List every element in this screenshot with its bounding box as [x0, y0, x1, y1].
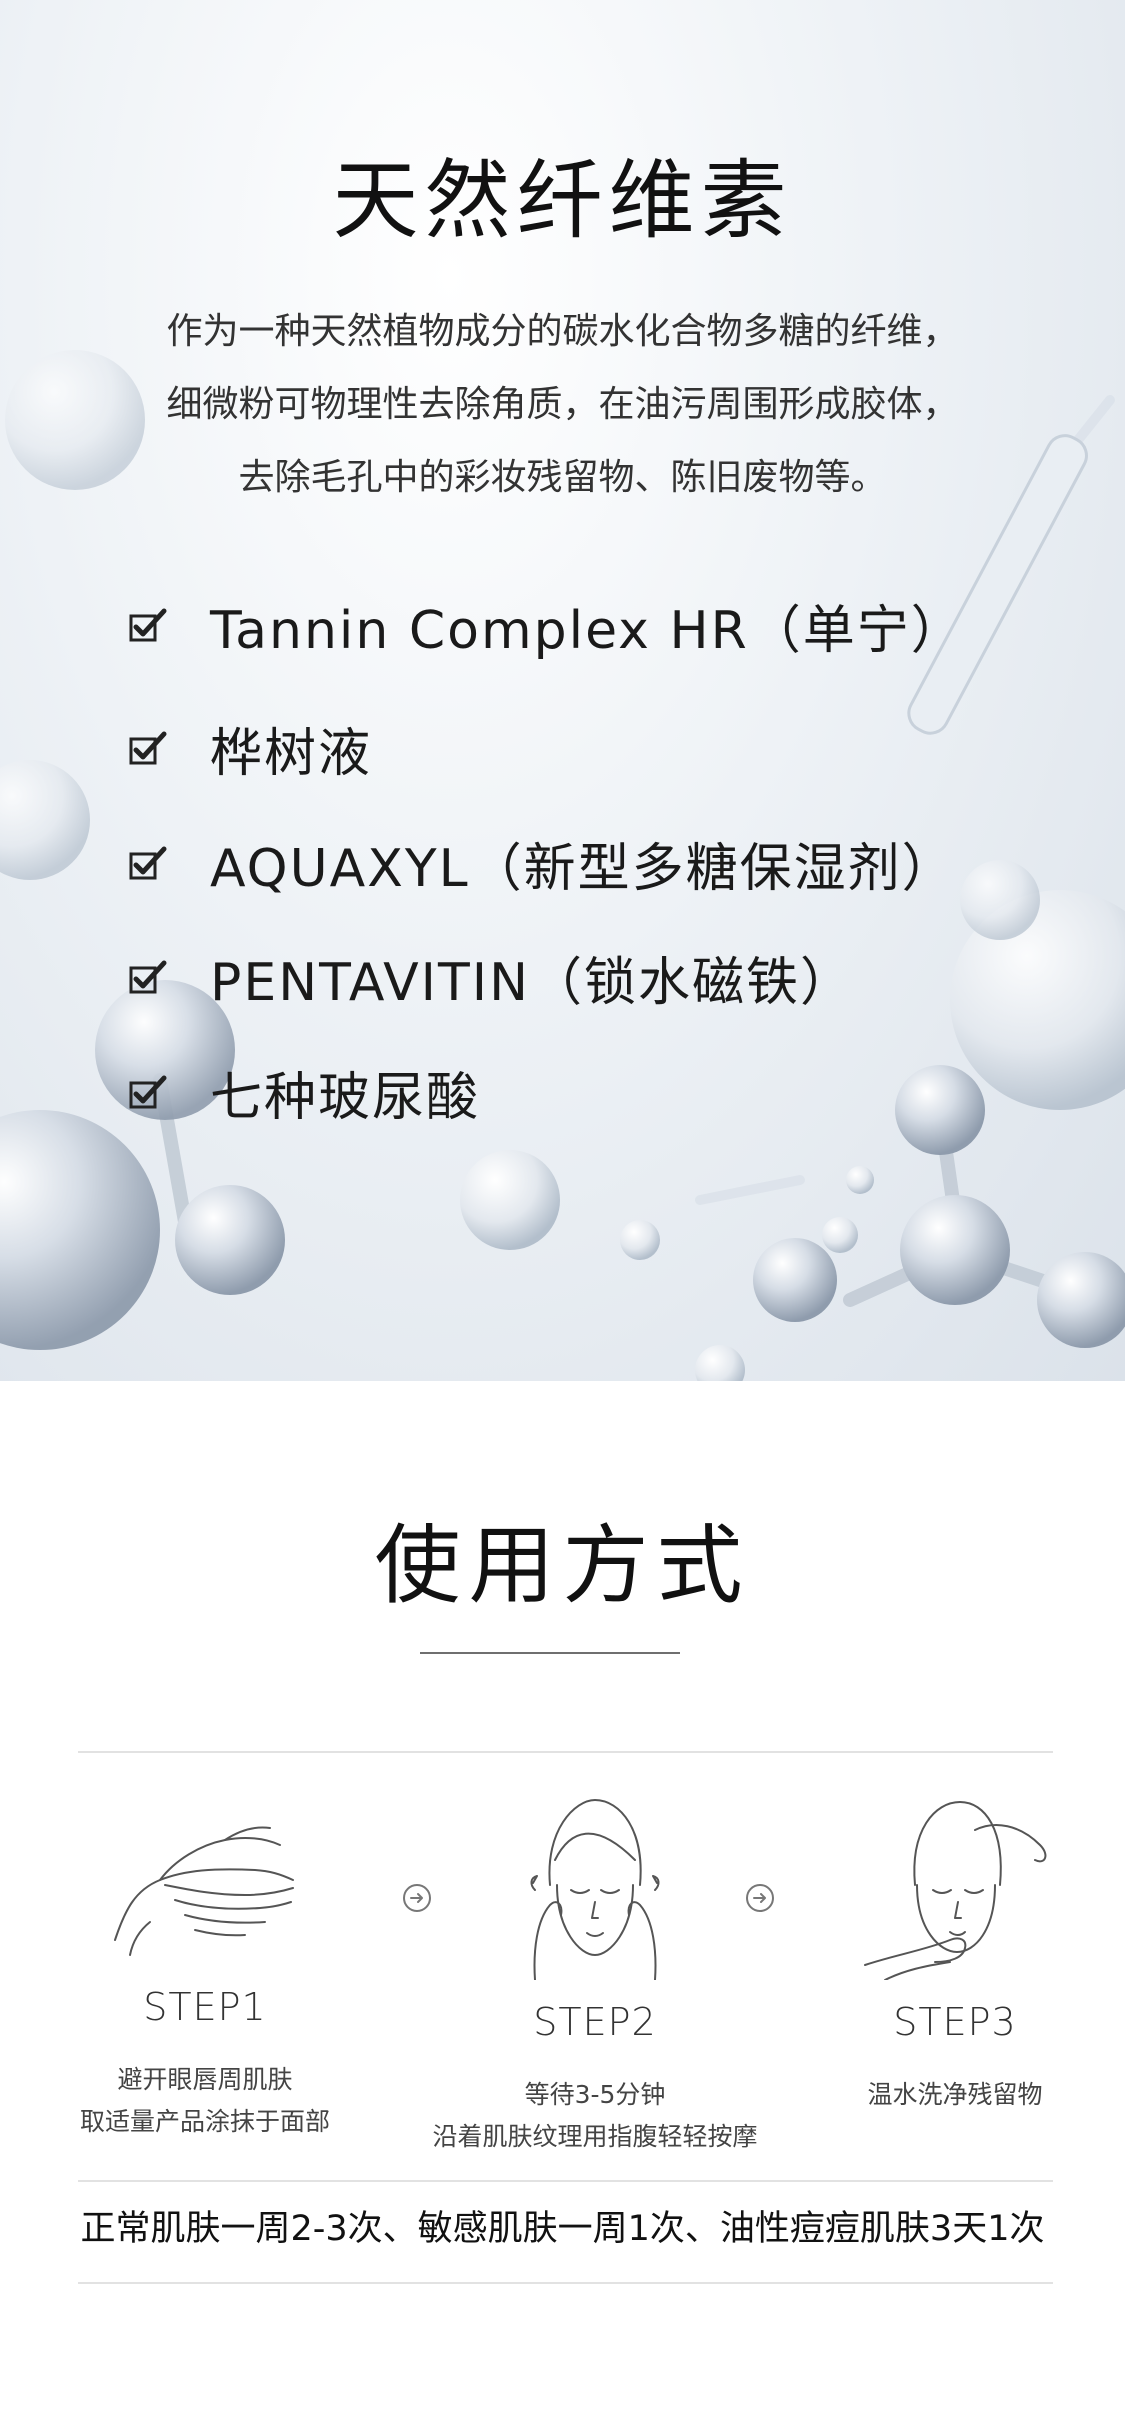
ingredient-item: Tannin Complex HR（单宁） — [128, 585, 965, 665]
circle-arrow-right-icon — [746, 1884, 774, 1912]
checkbox-tick-icon — [129, 1075, 167, 1109]
checkbox-tick-icon — [129, 846, 167, 880]
step-label: STEP3 — [893, 2000, 1017, 2044]
usage-step: STEP2 等待3-5分钟 沿着肌肤纹理用指腹轻轻按摩 — [425, 1790, 765, 2158]
step-description-line: 沿着肌肤纹理用指腹轻轻按摩 — [432, 2122, 758, 2151]
step-label: STEP2 — [533, 2000, 657, 2044]
ingredient-label: AQUAXYL（新型多糖保湿剂） — [210, 838, 956, 899]
step-description-line: 避开眼唇周肌肤 — [117, 2065, 293, 2094]
hands-pump-icon — [114, 1826, 294, 1956]
checkbox-tick-icon — [129, 960, 167, 994]
ingredient-label: PENTAVITIN（锁水磁铁） — [210, 952, 854, 1013]
ingredient-item: AQUAXYL（新型多糖保湿剂） — [128, 823, 956, 903]
usage-step: STEP1 避开眼唇周肌肤 取适量产品涂抹于面部 — [70, 1790, 340, 2143]
step-description: 温水洗净残留物 — [830, 2074, 1080, 2116]
divider — [78, 2282, 1053, 2284]
ingredient-label: 桦树液 — [210, 723, 373, 784]
usage-title: 使用方式 — [374, 1516, 751, 1616]
step-description-line: 取适量产品涂抹于面部 — [79, 2107, 330, 2136]
usage-step: STEP3 温水洗净残留物 — [830, 1790, 1080, 2116]
step-label: STEP1 — [143, 1985, 267, 2029]
step-description: 避开眼唇周肌肤 取适量产品涂抹于面部 — [70, 2059, 340, 2143]
description-line: 细微粉可物理性去除角质，在油污周围形成胶体， — [166, 384, 959, 425]
checkbox-tick-icon — [129, 731, 167, 765]
hero-description: 作为一种天然植物成分的碳水化合物多糖的纤维， 细微粉可物理性去除角质，在油污周围… — [0, 295, 1125, 514]
description-line: 作为一种天然植物成分的碳水化合物多糖的纤维， — [166, 311, 959, 352]
step-description-line: 温水洗净残留物 — [867, 2080, 1043, 2109]
usage-frequency: 正常肌肤一周2-3次、敏感肌肤一周1次、油性痘痘肌肤3天1次 — [80, 2209, 1045, 2249]
divider — [78, 1751, 1053, 1753]
face-rinse-icon — [864, 1801, 1047, 1980]
ingredient-item: PENTAVITIN（锁水磁铁） — [128, 937, 854, 1017]
hero-title: 天然纤维素 — [332, 151, 793, 251]
checkbox-tick-icon — [129, 608, 167, 642]
step-description-line: 等待3-5分钟 — [524, 2080, 666, 2109]
ingredient-hero: 天然纤维素 作为一种天然植物成分的碳水化合物多糖的纤维， 细微粉可物理性去除角质… — [0, 0, 1125, 1381]
divider — [78, 2180, 1053, 2182]
step-description: 等待3-5分钟 沿着肌肤纹理用指腹轻轻按摩 — [425, 2074, 765, 2158]
ingredient-label: Tannin Complex HR（单宁） — [210, 600, 965, 661]
title-underline — [420, 1652, 680, 1654]
ingredient-item: 七种玻尿酸 — [128, 1052, 480, 1132]
ingredient-label: 七种玻尿酸 — [210, 1067, 481, 1128]
ingredient-item: 桦树液 — [128, 708, 372, 788]
face-massage-icon — [530, 1799, 660, 1980]
description-line: 去除毛孔中的彩妆残留物、陈旧废物等。 — [238, 457, 887, 498]
